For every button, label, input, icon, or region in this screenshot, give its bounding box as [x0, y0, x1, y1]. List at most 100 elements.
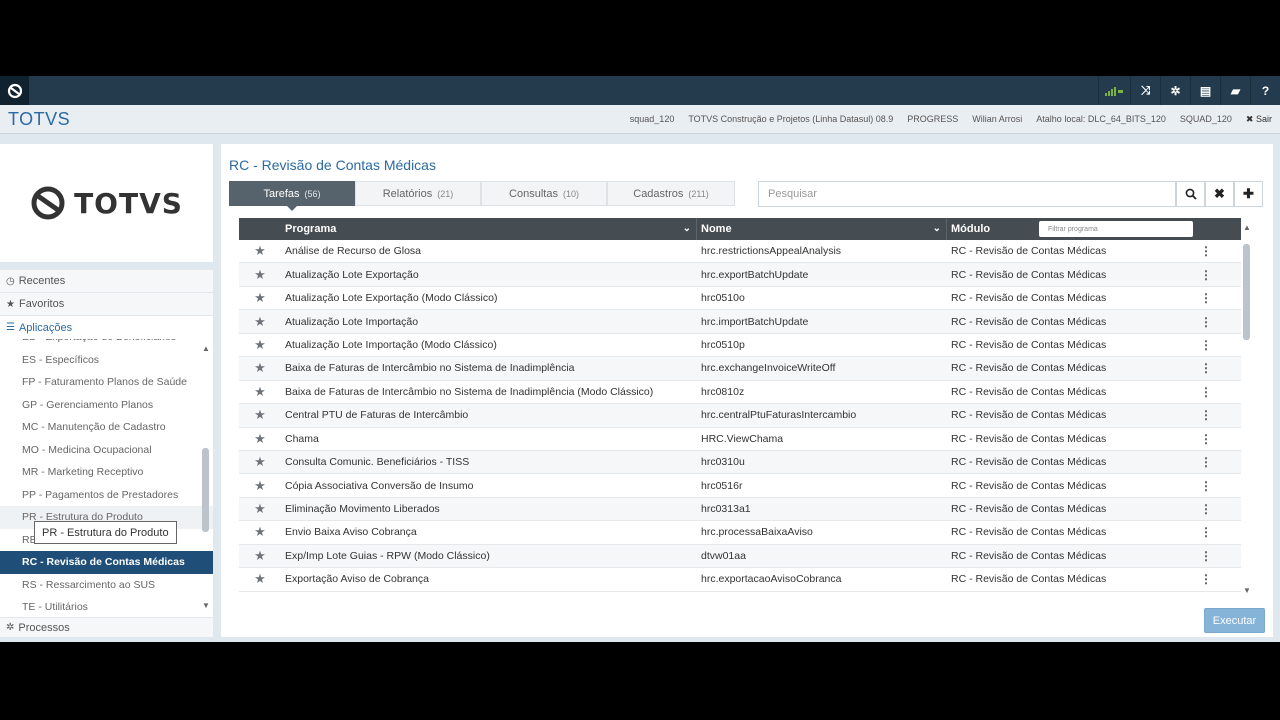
- app-item-fp[interactable]: FP - Faturamento Planos de Saúde: [0, 371, 213, 394]
- kebab-menu-icon[interactable]: ⋮: [1197, 479, 1215, 493]
- kebab-menu-icon[interactable]: ⋮: [1197, 268, 1215, 282]
- cell-nome: hrc0516r: [701, 479, 743, 492]
- table-row[interactable]: ★ Consulta Comunic. Beneficiários - TISS h…: [239, 450, 1241, 475]
- nav-aplicacoes[interactable]: ☰ Aplicações: [0, 316, 213, 339]
- app-item-pp[interactable]: PP - Pagamentos de Prestadores: [0, 484, 213, 507]
- nav-processos[interactable]: ✲ Processos: [0, 617, 213, 637]
- kebab-menu-icon[interactable]: ⋮: [1197, 572, 1215, 586]
- kebab-menu-icon[interactable]: ⋮: [1197, 315, 1215, 329]
- kebab-menu-icon[interactable]: ⋮: [1197, 502, 1215, 516]
- logout-button[interactable]: ✖ Sair: [1246, 114, 1272, 125]
- tab-tarefas[interactable]: Tarefas (56): [229, 181, 355, 211]
- table-row[interactable]: ★ Baixa de Faturas de Intercâmbio no Sist…: [239, 381, 1241, 405]
- gear-icon[interactable]: ✲: [1160, 76, 1190, 105]
- scroll-down-icon[interactable]: ▼: [202, 601, 210, 610]
- star-icon[interactable]: ★: [239, 478, 281, 494]
- app-item-mo[interactable]: MO - Medicina Ocupacional: [0, 439, 213, 462]
- star-icon[interactable]: ★: [239, 267, 281, 283]
- app-item-rc[interactable]: RC - Revisão de Contas Médicas: [0, 551, 213, 574]
- cell-nome: hrc0313a1: [701, 503, 751, 516]
- kebab-menu-icon[interactable]: ⋮: [1197, 408, 1215, 422]
- clear-search-button[interactable]: ✖: [1205, 181, 1234, 207]
- app-list-scroll-thumb[interactable]: [202, 448, 209, 532]
- search-icon: [1185, 188, 1197, 200]
- table-row[interactable]: ★ Eliminação Movimento Liberados hrc0313a1…: [239, 497, 1241, 522]
- grid-header-nome[interactable]: Nome ⌄: [697, 218, 947, 240]
- grid-scroll-thumb[interactable]: [1243, 244, 1250, 340]
- star-icon[interactable]: ★: [239, 360, 281, 376]
- table-row[interactable]: ★ Chama HRC.ViewChama RC - Revisão de Conta…: [239, 428, 1241, 451]
- add-button[interactable]: ✚: [1234, 181, 1263, 207]
- table-row[interactable]: ★ Atualização Lote Importação hrc.importBa…: [239, 310, 1241, 334]
- table-row[interactable]: ★ Cópia Associativa Conversão de Insumo hr…: [239, 474, 1241, 498]
- chat-icon[interactable]: ▰: [1220, 76, 1250, 105]
- kebab-menu-icon[interactable]: ⋮: [1197, 338, 1215, 352]
- app-item-es[interactable]: ES - Específicos: [0, 349, 213, 372]
- app-item-te[interactable]: TE - Utilitários: [0, 596, 213, 612]
- grid-header-modulo[interactable]: Módulo Filtrar programa: [947, 218, 1241, 240]
- star-icon[interactable]: ★: [239, 384, 281, 400]
- shuffle-icon[interactable]: ⤨: [1130, 76, 1160, 105]
- scroll-up-icon[interactable]: ▲: [202, 344, 210, 353]
- grid-header-nome-label: Nome: [701, 223, 732, 235]
- nav-recentes[interactable]: ◷ Recentes: [0, 270, 213, 293]
- cell-modulo: RC - Revisão de Contas Médicas: [951, 409, 1107, 422]
- star-icon[interactable]: ★: [239, 243, 281, 259]
- star-icon[interactable]: ★: [239, 431, 281, 447]
- document-icon[interactable]: ▤: [1190, 76, 1220, 105]
- app-item-eb[interactable]: EB - Exportação de Beneficiários: [0, 339, 213, 349]
- table-row[interactable]: ★ Central PTU de Faturas de Intercâmbio hr…: [239, 404, 1241, 428]
- tab-relatorios-count: (21): [437, 188, 454, 199]
- tab-cadastros[interactable]: Cadastros (211): [607, 181, 735, 206]
- table-row[interactable]: ★ Atualização Lote Importação (Modo Cláss…: [239, 334, 1241, 358]
- nav-favoritos[interactable]: ★ Favoritos: [0, 293, 213, 316]
- table-row[interactable]: ★ Exp/Imp Lote Guias - RPW (Modo Clássico…: [239, 544, 1241, 569]
- cell-programa: Central PTU de Faturas de Intercâmbio: [285, 409, 469, 422]
- search-button[interactable]: [1176, 181, 1205, 207]
- table-row[interactable]: ★ Envio Baixa Aviso Cobrança hrc.processaB…: [239, 521, 1241, 545]
- kebab-menu-icon[interactable]: ⋮: [1197, 525, 1215, 539]
- kebab-menu-icon[interactable]: ⋮: [1197, 432, 1215, 446]
- kebab-menu-icon[interactable]: ⋮: [1197, 455, 1215, 469]
- star-icon[interactable]: ★: [239, 314, 281, 330]
- signal-icon[interactable]: [1098, 76, 1130, 105]
- help-icon[interactable]: ?: [1250, 76, 1280, 105]
- star-icon[interactable]: ★: [239, 407, 281, 423]
- star-icon[interactable]: ★: [239, 524, 281, 540]
- execute-button[interactable]: Executar: [1204, 608, 1265, 633]
- table-row[interactable]: ★ Baixa de Faturas de Intercâmbio no Sist…: [239, 357, 1241, 381]
- app-item-mr[interactable]: MR - Marketing Receptivo: [0, 461, 213, 484]
- kebab-menu-icon[interactable]: ⋮: [1197, 549, 1215, 563]
- tab-relatorios[interactable]: Relatórios (21): [355, 181, 481, 206]
- app-item-mc[interactable]: MC - Manutenção de Cadastro: [0, 416, 213, 439]
- grid-scrollbar[interactable]: [1241, 234, 1251, 594]
- filter-program-input[interactable]: Filtrar programa: [1039, 221, 1193, 237]
- kebab-menu-icon[interactable]: ⋮: [1197, 361, 1215, 375]
- kebab-menu-icon[interactable]: ⋮: [1197, 244, 1215, 258]
- star-icon[interactable]: ★: [239, 290, 281, 306]
- tab-consultas[interactable]: Consultas (10): [481, 181, 607, 206]
- star-icon[interactable]: ★: [239, 454, 281, 470]
- app-item-gp[interactable]: GP - Gerenciamento Planos: [0, 394, 213, 417]
- cell-programa: Exp/Imp Lote Guias - RPW (Modo Clássico): [285, 549, 490, 562]
- grid-header-programa[interactable]: Programa ⌄: [281, 218, 697, 240]
- app-item-rs[interactable]: RS - Ressarcimento ao SUS: [0, 574, 213, 597]
- scroll-up-icon[interactable]: ▲: [1243, 223, 1251, 232]
- chevron-down-icon[interactable]: ⌄: [683, 223, 691, 234]
- star-icon[interactable]: ★: [239, 571, 281, 587]
- chevron-down-icon[interactable]: ⌄: [933, 223, 941, 234]
- table-row[interactable]: ★ Análise de Recurso de Glosa hrc.restrict…: [239, 240, 1241, 264]
- table-row[interactable]: ★ Atualização Lote Exportação (Modo Cláss…: [239, 287, 1241, 311]
- home-logo-button[interactable]: [0, 76, 29, 105]
- kebab-menu-icon[interactable]: ⋮: [1197, 291, 1215, 305]
- app-list-scrollbar[interactable]: [200, 356, 209, 596]
- kebab-menu-icon[interactable]: ⋮: [1197, 385, 1215, 399]
- table-row[interactable]: ★ Exportação Aviso de Cobrança hrc.exporta…: [239, 568, 1241, 592]
- star-icon[interactable]: ★: [239, 548, 281, 564]
- table-row[interactable]: ★ Atualização Lote Exportação hrc.exportBa…: [239, 263, 1241, 287]
- app-list[interactable]: EB - Exportação de Beneficiários ES - Es…: [0, 339, 213, 612]
- scroll-down-icon[interactable]: ▼: [1243, 586, 1251, 595]
- search-input[interactable]: Pesquisar: [758, 181, 1176, 207]
- star-icon[interactable]: ★: [239, 501, 281, 517]
- star-icon[interactable]: ★: [239, 337, 281, 353]
